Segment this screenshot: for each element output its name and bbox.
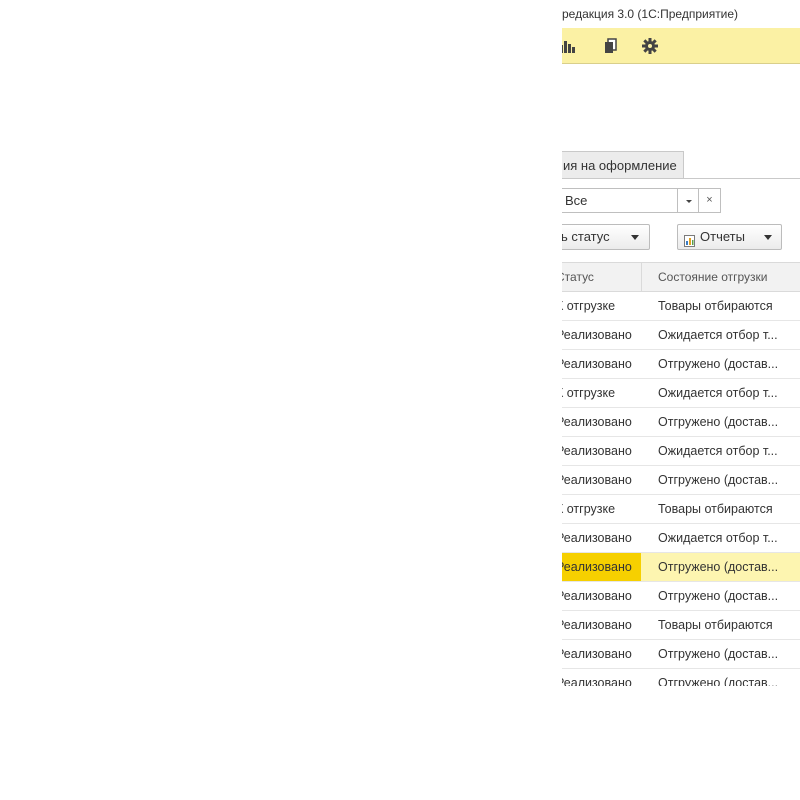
status-filter-clear-button[interactable]: ×	[698, 188, 721, 213]
cell-shipment-state[interactable]: Отгружено (достав...	[642, 669, 800, 686]
table-header: Статус Состояние отгрузки	[562, 262, 800, 292]
table-row[interactable]: К отгрузкеТовары отбираются	[562, 495, 800, 524]
cell-shipment-state[interactable]: Ожидается отбор т...	[642, 437, 800, 465]
table-row[interactable]: Реализовано Ожидается отбор т...	[562, 321, 800, 350]
cell-status[interactable]: Реализовано	[562, 466, 641, 494]
tab-documents-for-processing[interactable]: ия на оформление	[562, 151, 684, 178]
cell-status[interactable]: Реализовано	[562, 582, 641, 610]
cell-status[interactable]: К отгрузке	[562, 292, 641, 320]
table-row[interactable]: Реализовано Отгружено (достав...	[562, 582, 800, 611]
cell-shipment-state[interactable]: Товары отбираются	[642, 611, 800, 639]
reports-button[interactable]: Отчеты	[677, 224, 782, 250]
cell-shipment-state[interactable]: Товары отбираются	[642, 495, 800, 523]
toolbar	[562, 28, 800, 64]
set-status-button[interactable]: ь статус	[562, 224, 650, 250]
table-row[interactable]: Реализовано Ожидается отбор т...	[562, 524, 800, 553]
reports-label: Отчеты	[700, 229, 745, 244]
cell-status[interactable]: Реализовано	[562, 350, 641, 378]
report-icon	[684, 231, 695, 247]
table-row[interactable]: Реализовано Отгружено (достав...	[562, 466, 800, 495]
window-title: редакция 3.0 (1С:Предприятие)	[562, 0, 800, 28]
cell-shipment-state[interactable]: Ожидается отбор т...	[642, 379, 800, 407]
cell-shipment-state[interactable]: Ожидается отбор т...	[642, 321, 800, 349]
copy-documents-icon[interactable]	[602, 37, 620, 55]
table-row[interactable]: Реализовано Отгружено (достав...	[562, 408, 800, 437]
table-row[interactable]: Реализовано Отгружено (достав...	[562, 640, 800, 669]
cell-status[interactable]: Реализовано	[562, 408, 641, 436]
status-filter-dropdown-button[interactable]	[677, 188, 699, 213]
cell-status[interactable]: К отгрузке	[562, 379, 641, 407]
table-row[interactable]: К отгрузкеОжидается отбор т...	[562, 379, 800, 408]
set-status-label: ь статус	[562, 229, 610, 244]
column-header-shipment-state[interactable]: Состояние отгрузки	[642, 263, 800, 291]
cell-shipment-state[interactable]: Отгружено (достав...	[642, 350, 800, 378]
cell-shipment-state[interactable]: Отгружено (достав...	[642, 582, 800, 610]
gear-icon[interactable]	[641, 37, 659, 55]
cell-shipment-state[interactable]: Отгружено (достав...	[642, 640, 800, 668]
cell-status[interactable]: Реализовано	[562, 437, 641, 465]
cell-shipment-state[interactable]: Ожидается отбор т...	[642, 524, 800, 552]
cell-status[interactable]: К отгрузке	[562, 495, 641, 523]
cell-shipment-state[interactable]: Отгружено (достав...	[642, 553, 800, 581]
cell-status[interactable]: Реализовано	[562, 524, 641, 552]
bar-chart-icon[interactable]	[562, 37, 578, 55]
table-row[interactable]: Реализовано Товары отбираются	[562, 611, 800, 640]
cell-shipment-state[interactable]: Отгружено (достав...	[642, 408, 800, 436]
cell-shipment-state[interactable]: Отгружено (достав...	[642, 466, 800, 494]
tab-divider	[562, 178, 800, 179]
table-row[interactable]: Реализовано Отгружено (достав...	[562, 553, 800, 582]
table-body: К отгрузкеТовары отбираютсяРеализованоОж…	[562, 292, 800, 686]
table-row[interactable]: Реализовано Ожидается отбор т...	[562, 437, 800, 466]
cell-status[interactable]: Реализовано	[562, 611, 641, 639]
cell-status[interactable]: Реализовано	[562, 640, 641, 668]
table-row[interactable]: Реализовано Отгружено (достав...	[562, 669, 800, 686]
status-filter-input[interactable]: Все	[562, 188, 678, 213]
cell-status[interactable]: Реализовано	[562, 553, 641, 581]
chevron-down-icon	[631, 235, 639, 240]
cell-status[interactable]: Реализовано	[562, 669, 641, 686]
column-header-status[interactable]: Статус	[562, 263, 641, 291]
table-row[interactable]: К отгрузкеТовары отбираются	[562, 292, 800, 321]
cell-status[interactable]: Реализовано	[562, 321, 641, 349]
chevron-down-icon	[764, 235, 772, 240]
cell-shipment-state[interactable]: Товары отбираются	[642, 292, 800, 320]
app-window-fragment: редакция 3.0 (1С:Предприятие) ия на офор…	[562, 0, 800, 686]
table-row[interactable]: Реализовано Отгружено (достав...	[562, 350, 800, 379]
